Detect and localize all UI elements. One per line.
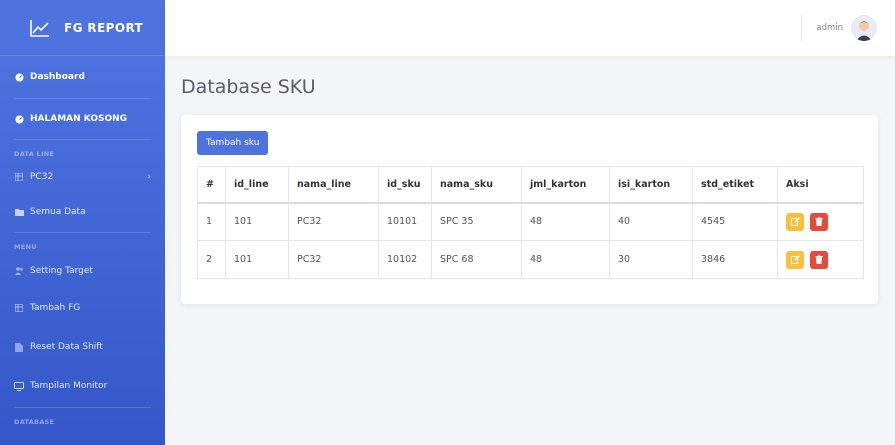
col-header-std-etiket: std_etiket [692, 166, 778, 204]
cell-std-etiket: 3846 [692, 240, 778, 279]
sidebar-item-tambah-fg[interactable]: Tambah FG [0, 287, 165, 329]
page-title: Database SKU [181, 76, 316, 98]
sku-table: # id_line nama_line id_sku nama_sku jml_… [197, 166, 864, 279]
cell-id-sku: 10102 [378, 240, 432, 279]
edit-icon [790, 217, 800, 227]
cell-number: 1 [197, 202, 226, 241]
sidebar-item-semua-data[interactable]: Semua Data [0, 192, 165, 232]
trash-icon [815, 217, 824, 227]
cell-isi-karton: 30 [609, 240, 693, 279]
edit-button[interactable] [786, 212, 804, 231]
col-header-id-line: id_line [225, 166, 289, 204]
sidebar-item-dashboard[interactable]: Dashboard [0, 56, 165, 98]
sidebar-item-label: Tambah FG [30, 303, 81, 313]
col-header-nama-sku: nama_sku [431, 166, 522, 204]
col-header-nama-line: nama_line [288, 166, 379, 204]
col-header-number: # [197, 166, 226, 204]
col-header-aksi: Aksi [777, 166, 864, 204]
cell-aksi [777, 240, 864, 279]
sidebar-item-setting-target[interactable]: Setting Target [0, 255, 165, 287]
sidebar-heading-menu: MENU [14, 243, 37, 251]
table-icon [14, 172, 24, 182]
table-header-row: # id_line nama_line id_sku nama_sku jml_… [197, 166, 864, 204]
desktop-icon [14, 381, 24, 391]
sidebar-item-label: Dashboard [30, 72, 85, 82]
brand-name: FG REPORT [64, 20, 144, 35]
table-row: 1 101 PC32 10101 SPC 35 48 40 4545 [197, 202, 864, 241]
cell-nama-sku: SPC 35 [431, 202, 522, 241]
sidebar: FG REPORT Dashboard HALAMAN KOSONG DATA … [0, 0, 165, 445]
trash-icon [815, 255, 824, 264]
delete-button[interactable] [810, 250, 829, 269]
sidebar-item-pc32[interactable]: PC32 › [0, 162, 165, 192]
cell-number: 2 [197, 240, 226, 279]
file-icon [14, 342, 24, 352]
add-sku-button[interactable]: Tambah sku [197, 131, 269, 155]
cell-nama-line: PC32 [288, 240, 379, 279]
table-icon [14, 303, 24, 313]
chart-line-icon [30, 19, 49, 37]
sidebar-item-label: Tampilan Monitor [30, 381, 108, 391]
col-header-isi-karton: isi_karton [609, 166, 693, 204]
cell-isi-karton: 40 [609, 202, 693, 241]
sidebar-item-tampilan-monitor[interactable]: Tampilan Monitor [0, 365, 165, 407]
users-icon [14, 266, 24, 276]
cell-jml-karton: 48 [521, 240, 610, 279]
col-header-jml-karton: jml_karton [521, 166, 610, 204]
user-name[interactable]: admin [816, 23, 843, 33]
delete-button[interactable] [810, 212, 829, 231]
cell-nama-sku: SPC 68 [431, 240, 522, 279]
sidebar-heading-data-line: DATA LINE [14, 150, 55, 158]
topbar: admin [165, 0, 895, 56]
sidebar-item-label: HALAMAN KOSONG [30, 114, 128, 124]
sidebar-item-reset-data-shift[interactable]: Reset Data Shift [0, 329, 165, 365]
cell-std-etiket: 4545 [692, 202, 778, 241]
tachometer-icon [14, 72, 24, 82]
user-avatar-icon [851, 15, 877, 41]
table-row: 2 101 PC32 10102 SPC 68 48 30 3846 [197, 240, 864, 279]
brand[interactable]: FG REPORT [0, 0, 165, 56]
col-header-id-sku: id_sku [378, 166, 432, 204]
tachometer-icon [14, 114, 24, 124]
cell-id-line: 101 [225, 202, 289, 241]
edit-button[interactable] [786, 250, 804, 269]
cell-id-sku: 10101 [378, 202, 432, 241]
sidebar-item-label: Setting Target [30, 266, 93, 276]
topbar-divider [801, 15, 803, 41]
cell-nama-line: PC32 [288, 202, 379, 241]
cell-aksi [777, 202, 864, 241]
edit-icon [790, 255, 800, 264]
cell-id-line: 101 [225, 240, 289, 279]
avatar[interactable] [851, 15, 877, 41]
sidebar-item-label: Semua Data [30, 207, 86, 217]
sidebar-item-halaman-kosong[interactable]: HALAMAN KOSONG [0, 99, 165, 139]
sidebar-heading-database: DATABASE [14, 418, 55, 426]
chevron-right-icon: › [147, 172, 151, 182]
cell-jml-karton: 48 [521, 202, 610, 241]
sidebar-item-label: PC32 [30, 172, 54, 182]
folder-icon [14, 207, 24, 217]
sku-card: Tambah sku # id_line nama_line id_sku na… [181, 115, 878, 304]
sidebar-item-label: Reset Data Shift [30, 342, 103, 352]
